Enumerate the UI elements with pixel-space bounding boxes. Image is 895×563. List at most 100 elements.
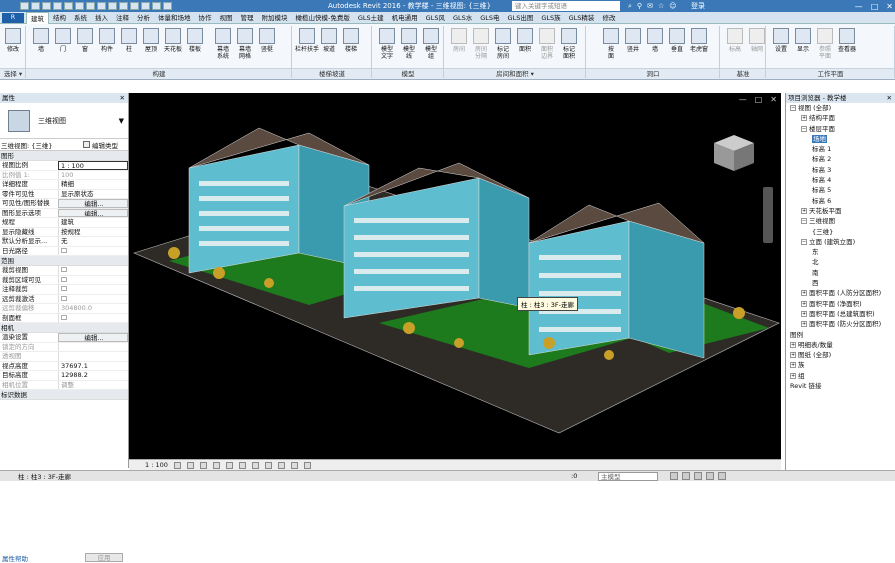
expand-icon[interactable]: + xyxy=(801,207,807,214)
property-value[interactable]: 12988.2 xyxy=(58,371,128,380)
render-icon[interactable] xyxy=(225,461,233,469)
lock-icon[interactable] xyxy=(264,461,272,469)
ribbon-button-10[interactable]: 幕墙 网格 xyxy=(234,24,256,68)
close-icon[interactable]: ✕ xyxy=(120,93,125,103)
browser-item[interactable]: + 面积平面 (净面积) xyxy=(786,299,895,309)
tab-gls-family[interactable]: GLS族 xyxy=(537,12,564,24)
tab-structure[interactable]: 结构 xyxy=(49,12,70,24)
ribbon-button-26[interactable]: 墙 xyxy=(644,24,666,68)
viewport-close-button[interactable]: ✕ xyxy=(770,95,777,104)
property-value[interactable]: 显示原状态 xyxy=(58,189,128,198)
expand-icon[interactable]: + xyxy=(801,310,807,317)
browser-item[interactable]: + 图纸 (全部) xyxy=(786,350,895,360)
browser-item[interactable]: 标高 3 xyxy=(786,165,895,175)
property-value[interactable]: 37697.1 xyxy=(58,361,128,370)
drag-elements-icon[interactable] xyxy=(718,472,726,480)
reveal-hidden-icon[interactable] xyxy=(290,461,298,469)
viewport-minimize-button[interactable]: — xyxy=(739,95,747,104)
tab-view[interactable]: 视图 xyxy=(216,12,237,24)
visual-style-icon[interactable] xyxy=(186,461,194,469)
ribbon-button-19[interactable]: 房间 分隔 xyxy=(470,24,492,68)
property-value[interactable]: 建筑 xyxy=(58,218,128,227)
property-group-header[interactable]: 图形 xyxy=(0,151,128,161)
browser-item[interactable]: 标高 1 xyxy=(786,144,895,154)
dimension-icon[interactable] xyxy=(86,2,95,10)
ribbon-button-11[interactable]: 竖梃 xyxy=(256,24,278,68)
close-windows-icon[interactable] xyxy=(152,2,161,10)
ribbon-button-20[interactable]: 标记 房间 xyxy=(492,24,514,68)
browser-item[interactable]: + 明细表/数量 xyxy=(786,340,895,350)
browser-item[interactable]: + 面积平面 (人防分区面积) xyxy=(786,288,895,298)
close-button[interactable]: ✕ xyxy=(886,2,893,11)
view-scale[interactable]: 1 : 100 xyxy=(145,461,168,469)
tab-mep-general[interactable]: 机电通用 xyxy=(388,12,422,24)
collapse-icon[interactable]: − xyxy=(801,238,807,245)
apply-button[interactable]: 应用 xyxy=(85,553,123,562)
navigation-bar[interactable] xyxy=(763,187,773,243)
browser-item[interactable]: Revit 链接 xyxy=(786,381,895,391)
minimize-button[interactable]: — xyxy=(855,2,863,11)
browser-item[interactable]: 东 xyxy=(786,247,895,257)
browser-item[interactable]: + 面积平面 (总建筑面积) xyxy=(786,309,895,319)
tab-gls-hvac[interactable]: GLS风 xyxy=(422,12,449,24)
ribbon-button-34[interactable]: 查看器 xyxy=(836,24,858,68)
3d-view-icon[interactable] xyxy=(119,2,128,10)
collapse-icon[interactable]: − xyxy=(801,218,807,225)
tab-gls-electric[interactable]: GLS电 xyxy=(476,12,503,24)
tab-insert[interactable]: 插入 xyxy=(91,12,112,24)
search-input[interactable]: 键入关键字或短语 xyxy=(512,1,620,11)
ribbon-button-1[interactable]: 墙 xyxy=(30,24,52,68)
browser-item[interactable]: {三维} xyxy=(786,227,895,237)
design-option-selector[interactable]: 主模型 xyxy=(598,471,658,481)
browser-item[interactable]: 场地 xyxy=(786,134,895,144)
tab-gls-decoration[interactable]: GLS精装 xyxy=(565,12,599,24)
undo-icon[interactable] xyxy=(42,2,51,10)
close-icon[interactable]: ✕ xyxy=(887,93,892,103)
browser-item[interactable]: 北 xyxy=(786,257,895,267)
type-selector[interactable]: 三维视图 ▼ xyxy=(0,103,128,139)
shadows-icon[interactable] xyxy=(212,461,220,469)
login-button[interactable]: 登录 xyxy=(691,1,705,11)
tab-modify[interactable]: 修改 xyxy=(598,12,619,24)
expand-icon[interactable]: + xyxy=(790,362,796,369)
open-icon[interactable] xyxy=(20,2,29,10)
viewport-restore-button[interactable]: □ xyxy=(755,95,763,104)
redo-icon[interactable] xyxy=(53,2,62,10)
browser-item[interactable]: + 族 xyxy=(786,360,895,370)
crop-icon[interactable] xyxy=(238,461,246,469)
ribbon-button-15[interactable]: 模型 文字 xyxy=(376,24,398,68)
browser-item[interactable]: + 面积平面 (防火分区面积) xyxy=(786,319,895,329)
edit-type-button[interactable]: 编辑类型 xyxy=(83,140,118,150)
print-icon[interactable] xyxy=(64,2,73,10)
chevron-down-icon[interactable]: ▼ xyxy=(119,117,124,125)
property-value[interactable]: ☐ xyxy=(58,285,128,294)
ribbon-button-0[interactable]: 修改 xyxy=(2,24,24,68)
ribbon-button-25[interactable]: 竖井 xyxy=(622,24,644,68)
section-icon[interactable] xyxy=(130,2,139,10)
ribbon-button-13[interactable]: 坡道 xyxy=(318,24,340,68)
user-icon[interactable]: ☺ xyxy=(669,2,676,10)
ribbon-button-3[interactable]: 窗 xyxy=(74,24,96,68)
browser-item[interactable]: + 天花板平面 xyxy=(786,206,895,216)
expand-icon[interactable]: + xyxy=(790,352,796,359)
ribbon-button-21[interactable]: 面积 xyxy=(514,24,536,68)
expand-icon[interactable]: + xyxy=(801,290,807,297)
ribbon-button-28[interactable]: 老虎窗 xyxy=(688,24,710,68)
analytical-model-icon[interactable] xyxy=(303,461,311,469)
filter-icon[interactable] xyxy=(670,472,678,480)
tab-olive-mountain[interactable]: 橄榄山快模-免费版 xyxy=(292,12,354,24)
browser-item[interactable]: 标高 5 xyxy=(786,185,895,195)
tab-annotate[interactable]: 注释 xyxy=(112,12,133,24)
ribbon-button-9[interactable]: 幕墙 系统 xyxy=(212,24,234,68)
browser-item[interactable]: − 立面 (建筑立面) xyxy=(786,237,895,247)
property-value[interactable]: 精细 xyxy=(58,180,128,189)
ribbon-button-4[interactable]: 构件 xyxy=(96,24,118,68)
ribbon-button-27[interactable]: 垂直 xyxy=(666,24,688,68)
ribbon-button-33[interactable]: 参照 平面 xyxy=(814,24,836,68)
ribbon-button-32[interactable]: 显示 xyxy=(792,24,814,68)
ribbon-button-16[interactable]: 模型 线 xyxy=(398,24,420,68)
browser-item[interactable]: + 组 xyxy=(786,371,895,381)
collapse-icon[interactable]: − xyxy=(801,125,807,132)
tab-massing[interactable]: 体量和场地 xyxy=(154,12,195,24)
ribbon-button-7[interactable]: 天花板 xyxy=(162,24,184,68)
